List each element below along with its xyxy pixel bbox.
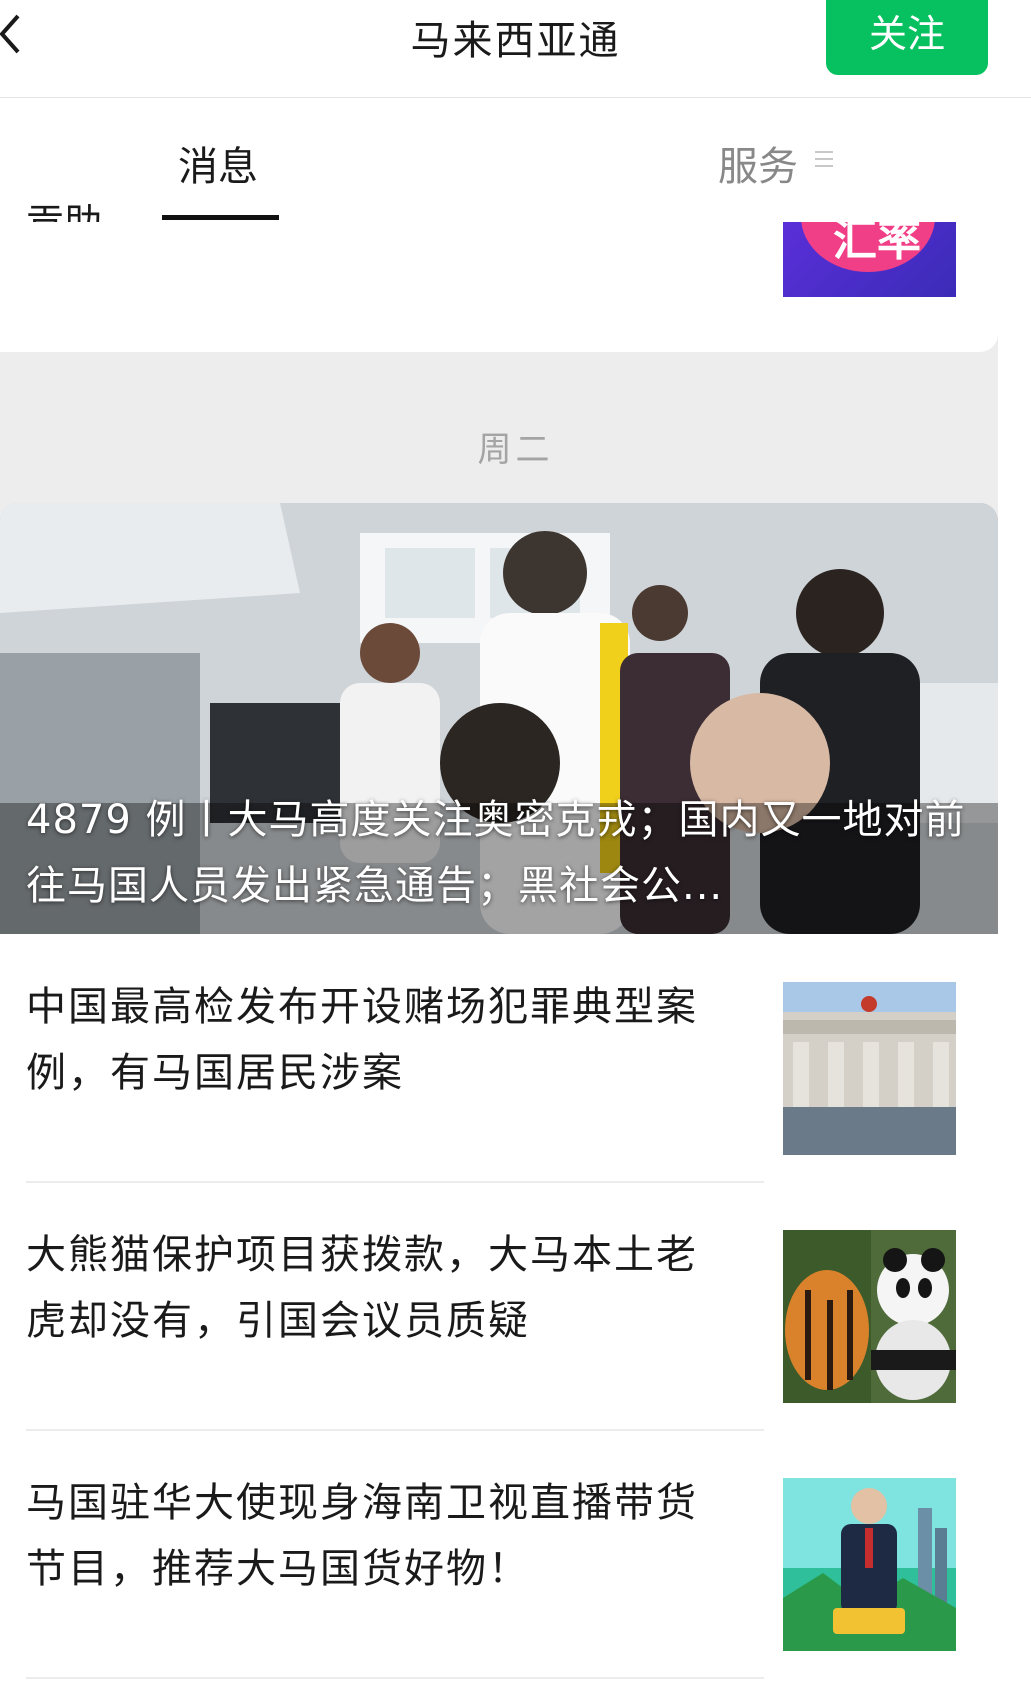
follow-button[interactable]: 关注 bbox=[826, 0, 988, 75]
day-separator: 周二 bbox=[477, 430, 554, 470]
article-thumbnail bbox=[783, 1478, 956, 1651]
article-item[interactable]: 中国最高检发布开设赌场犯罪典型案例，有马国居民涉案 bbox=[0, 934, 998, 1182]
article-title-cut: 贡助 bbox=[26, 204, 102, 222]
article-thumbnail bbox=[783, 1230, 956, 1403]
article-thumbnail: 汇率 bbox=[783, 222, 956, 297]
article-item[interactable]: 大熊猫保护项目获拨款，大马本土老虎却没有，引国会议员质疑 bbox=[0, 1182, 998, 1430]
active-tab-indicator bbox=[162, 215, 279, 220]
article-group-card: 4879 例丨大马高度关注奥密克戎；国内又一地对前往马国人员发出紧急通告；黑社会… bbox=[0, 503, 998, 1706]
tab-messages[interactable]: 消息 bbox=[178, 134, 258, 192]
article-title: 马国驻华大使现身海南卫视直播带货节目，推荐大马国货好物！ bbox=[26, 1480, 698, 1592]
article-title: 中国最高检发布开设赌场犯罪典型案例，有马国居民涉案 bbox=[26, 984, 698, 1096]
tab-services[interactable]: 服务 bbox=[718, 134, 798, 192]
article-thumbnail bbox=[783, 982, 956, 1155]
article-title: 大熊猫保护项目获拨款，大马本土老虎却没有，引国会议员质疑 bbox=[26, 1232, 698, 1344]
hero-article[interactable]: 4879 例丨大马高度关注奥密克戎；国内又一地对前往马国人员发出紧急通告；黑社会… bbox=[0, 503, 998, 934]
article-item[interactable]: 马国驻华大使现身海南卫视直播带货节目，推荐大马国货好物！ bbox=[0, 1430, 998, 1678]
hero-article-title: 4879 例丨大马高度关注奥密克戎；国内又一地对前往马国人员发出紧急通告；黑社会… bbox=[26, 797, 966, 909]
divider bbox=[26, 1677, 764, 1679]
thumbnail-text: 汇率 bbox=[833, 222, 921, 266]
article-card[interactable]: 贡助 汇率 bbox=[0, 204, 998, 352]
menu-icon[interactable] bbox=[815, 150, 833, 168]
top-bar: 马来西亚通 关注 bbox=[0, 0, 1031, 98]
tab-bar: 消息 服务 bbox=[0, 98, 1031, 222]
